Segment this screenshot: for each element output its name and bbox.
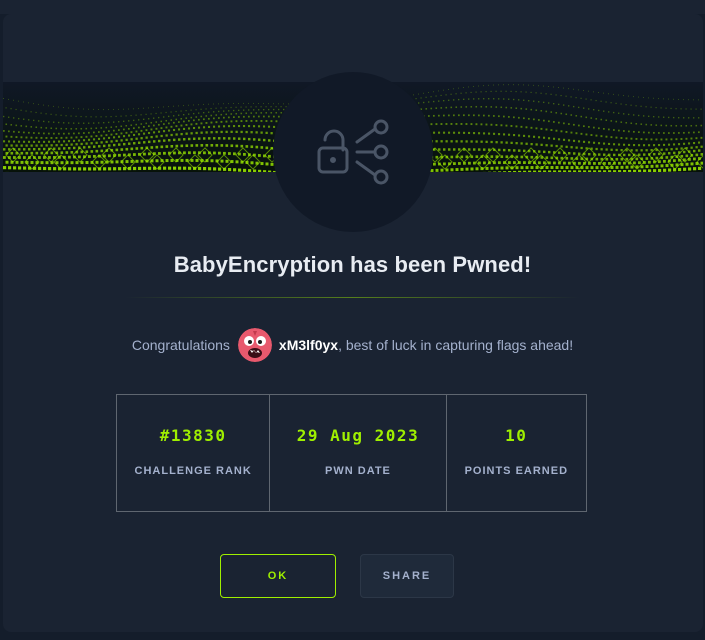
user-avatar[interactable]	[237, 328, 272, 362]
page-top-edge	[0, 0, 705, 14]
stat-pwn-date: 29 Aug 2023 PWN DATE	[269, 395, 445, 511]
stat-value: #13830	[159, 426, 227, 445]
stat-label: CHALLENGE RANK	[134, 465, 252, 477]
modal-title: BabyEncryption has been Pwned!	[173, 252, 532, 277]
challenge-icon-circle	[273, 72, 433, 232]
ok-button[interactable]: OK	[220, 554, 336, 598]
lock-share-icon	[317, 119, 389, 185]
stat-value: 29 Aug 2023	[296, 426, 420, 445]
stats-box: #13830 CHALLENGE RANK 29 Aug 2023 PWN DA…	[116, 394, 587, 512]
congrats-suffix: , best of luck in capturing flags ahead!	[338, 337, 574, 353]
stat-value: 10	[505, 426, 528, 445]
share-button[interactable]: SHARE	[360, 554, 454, 598]
stat-challenge-rank: #13830 CHALLENGE RANK	[117, 395, 269, 511]
congrats-message: Congratulations xM3lf0yx , best of luck …	[0, 328, 705, 362]
stat-points-earned: 10 POINTS EARNED	[445, 395, 586, 511]
stat-label: PWN DATE	[325, 465, 391, 477]
username[interactable]: xM3lf0yx	[279, 337, 338, 353]
stat-label: POINTS EARNED	[464, 465, 569, 477]
title-divider	[125, 297, 580, 298]
congrats-prefix: Congratulations	[131, 337, 230, 353]
